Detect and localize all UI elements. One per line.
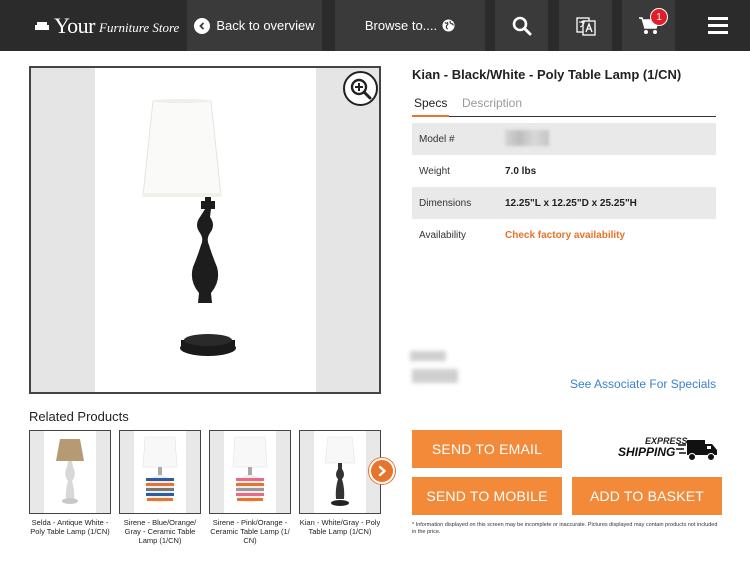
related-product-card[interactable]: Sirene - Blue/Orange/ Gray - Ceramic Tab… (119, 430, 201, 545)
related-next-button[interactable] (369, 458, 395, 484)
spec-key: Weight (419, 165, 450, 177)
related-product-caption: Kian - White/Gray - Poly Table Lamp (1/C… (299, 518, 381, 536)
spec-row: Model # (412, 123, 716, 155)
store-logo[interactable]: Your Furniture Store (0, 0, 185, 51)
related-products-title: Related Products (29, 409, 129, 424)
product-image[interactable] (29, 66, 381, 394)
sofa-icon (35, 21, 49, 30)
see-associate-link[interactable]: See Associate For Specials (570, 377, 716, 391)
product-tabs: Specs Description (412, 96, 716, 117)
related-product-card[interactable]: Selda - Antique White - Poly Table Lamp … (29, 430, 111, 536)
back-to-overview-button[interactable]: Back to overview (187, 0, 322, 51)
express-shipping-badge: EXPRESS SHIPPING (618, 436, 718, 464)
cart-button[interactable]: 1 (622, 0, 675, 51)
tab-description[interactable]: Description (462, 96, 522, 117)
redacted-price (410, 351, 460, 387)
spec-value-model (505, 129, 549, 149)
zoom-button[interactable] (343, 71, 378, 106)
add-to-basket-button[interactable]: ADD TO BASKET (572, 477, 722, 515)
zoom-in-icon (350, 78, 371, 99)
disclaimer-text: * Information displayed on this screen m… (412, 522, 718, 535)
brand-sub: Furniture Store (99, 19, 180, 35)
spec-value: 7.0 lbs (505, 165, 537, 177)
check-availability-link[interactable]: Check factory availability (505, 230, 625, 241)
lamp-thumbnail (232, 436, 268, 503)
shipping-line2: SHIPPING (618, 445, 676, 459)
related-product-caption: Sirene - Pink/Orange - Ceramic Table Lam… (210, 518, 290, 545)
hamburger-menu-icon (707, 17, 728, 34)
table-lamp-image (142, 99, 236, 356)
search-button[interactable] (495, 0, 548, 51)
browse-label: Browse to.... (364, 18, 438, 33)
menu-button[interactable] (685, 0, 750, 51)
related-product-card[interactable]: Kian - White/Gray - Poly Table Lamp (1/C… (299, 430, 381, 536)
lamp-thumbnail (56, 439, 84, 504)
translate-icon (575, 16, 596, 36)
back-label: Back to overview (216, 18, 315, 33)
search-icon (512, 16, 531, 35)
delivery-truck-icon (676, 440, 717, 461)
chevron-left-icon (194, 17, 211, 34)
redacted-model-number (505, 129, 549, 146)
spec-key: Model # (419, 133, 455, 145)
lamp-thumbnail (142, 436, 178, 503)
spec-value: 12.25"L x 12.25"D x 25.25"H (505, 197, 637, 209)
product-title: Kian - Black/White - Poly Table Lamp (1/… (412, 67, 682, 82)
related-product-caption: Selda - Antique White - Poly Table Lamp … (30, 518, 110, 536)
brand-main: Your (54, 12, 96, 38)
spec-key: Dimensions (419, 197, 472, 209)
spec-row: Weight 7.0 lbs (412, 155, 716, 187)
related-product-caption: Sirene - Blue/Orange/ Gray - Ceramic Tab… (123, 518, 197, 545)
language-button[interactable] (559, 0, 612, 51)
chevron-right-icon (378, 465, 387, 477)
lamp-thumbnail (324, 436, 356, 506)
spec-row: Availability Check factory availability (412, 219, 716, 251)
tab-specs[interactable]: Specs (412, 96, 450, 117)
cart-count-badge: 1 (650, 8, 668, 26)
related-product-card[interactable]: Sirene - Pink/Orange - Ceramic Table Lam… (209, 430, 291, 545)
browse-to-button[interactable]: Browse to.... (335, 0, 485, 51)
send-to-email-button[interactable]: SEND TO EMAIL (412, 430, 562, 468)
spec-row: Dimensions 12.25"L x 12.25"D x 25.25"H (412, 187, 716, 219)
send-to-mobile-button[interactable]: SEND TO MOBILE (412, 477, 562, 515)
spec-key: Availability (419, 229, 467, 241)
globe-icon (442, 19, 455, 32)
specs-table: Model # Weight 7.0 lbs Dimensions 12.25"… (412, 123, 716, 251)
